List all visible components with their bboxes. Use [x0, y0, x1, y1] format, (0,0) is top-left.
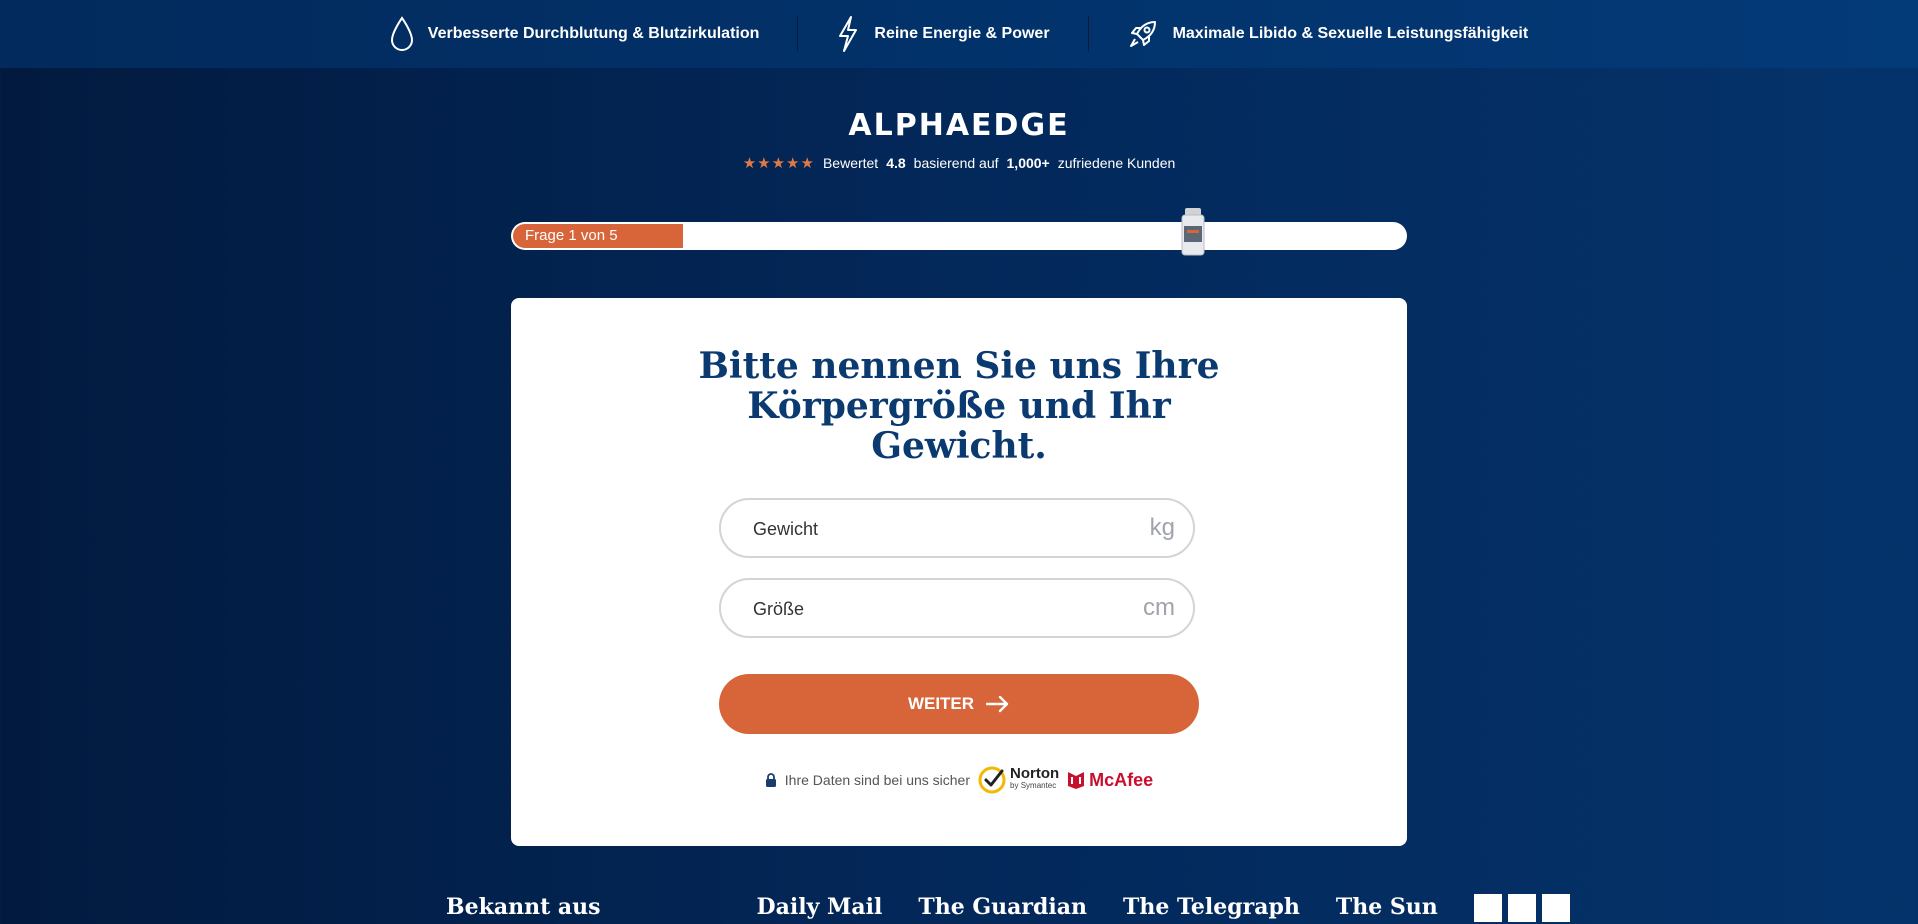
security-text: Ihre Daten sind bei uns sicher: [784, 772, 971, 788]
question-line: Gewicht.: [871, 425, 1047, 467]
benefits-bar: Verbesserte Durchblutung & Blutzirkulati…: [0, 0, 1918, 68]
mcafee-badge: McAfee: [1067, 770, 1153, 791]
lightning-icon: [839, 16, 858, 52]
supplement-bottle-icon: [1181, 208, 1205, 256]
weight-unit: kg: [1149, 514, 1175, 541]
arrow-right-icon: [986, 695, 1009, 713]
benefit-item-energy: Reine Energie & Power: [798, 15, 1087, 53]
height-unit: cm: [1143, 594, 1175, 621]
continue-label: WEITER: [907, 694, 975, 713]
weight-field[interactable]: kg: [719, 498, 1195, 558]
press-logo-guardian: The Guardian: [918, 894, 1088, 920]
height-field[interactable]: cm: [719, 578, 1195, 638]
benefit-label: Verbesserte Durchblutung & Blutzirkulati…: [427, 25, 760, 42]
norton-sublabel: by Symantec: [1010, 781, 1057, 790]
rating-prefix: Bewertet: [822, 155, 879, 171]
rating-score: 4.8: [886, 155, 906, 171]
height-input[interactable]: [751, 580, 1115, 638]
question-line: Bitte nennen Sie uns Ihre: [698, 345, 1220, 387]
drop-icon: [390, 16, 413, 51]
benefit-label: Maximale Libido & Sexuelle Leistungsfähi…: [1172, 25, 1529, 42]
security-badges: Ihre Daten sind bei uns sicher Norton by…: [511, 766, 1407, 794]
press-logo-bbc: [1473, 894, 1570, 922]
progress-label: Frage 1 von 5: [525, 227, 618, 244]
norton-badge: Norton by Symantec: [978, 766, 1059, 794]
brand-logo: ALPHAEDGE: [848, 108, 1070, 143]
rating-stars-icon: ★★★★★: [742, 155, 815, 172]
benefit-item-circulation: Verbesserte Durchblutung & Blutzirkulati…: [352, 16, 798, 52]
press-logo-daily-mail: Daily Mail: [756, 894, 883, 920]
rating-count: 1,000+: [1006, 155, 1050, 171]
rocket-icon: [1129, 21, 1156, 47]
question-card: Bitte nennen Sie uns Ihre Körpergröße un…: [511, 298, 1407, 846]
rating-suffix: zufriedene Kunden: [1057, 155, 1176, 171]
question-line: Körpergröße und Ihr: [747, 385, 1171, 427]
norton-label: Norton: [1010, 765, 1060, 782]
weight-input[interactable]: [751, 500, 1115, 558]
mcafee-label: McAfee: [1089, 769, 1154, 790]
press-logo-sun: The Sun: [1335, 894, 1438, 920]
press-logos: Bekannt aus Daily Mail The Guardian The …: [446, 894, 1570, 924]
benefit-label: Reine Energie & Power: [874, 25, 1050, 42]
rating-middle: basierend auf: [913, 155, 999, 171]
lock-icon: [765, 773, 776, 787]
quiz-progress-bar: Frage 1 von 5: [511, 208, 1407, 256]
press-label: Bekannt aus: [446, 894, 601, 920]
mcafee-shield-icon: [1068, 772, 1085, 789]
rating-summary: ★★★★★ Bewertet 4.8 basierend auf 1,000+ …: [0, 154, 1918, 172]
norton-check-icon: [978, 766, 1006, 794]
question-title: Bitte nennen Sie uns Ihre Körpergröße un…: [511, 346, 1407, 466]
continue-button[interactable]: WEITER: [719, 674, 1199, 734]
press-logo-telegraph: The Telegraph: [1123, 894, 1300, 920]
benefit-item-libido: Maximale Libido & Sexuelle Leistungsfähi…: [1089, 18, 1567, 50]
